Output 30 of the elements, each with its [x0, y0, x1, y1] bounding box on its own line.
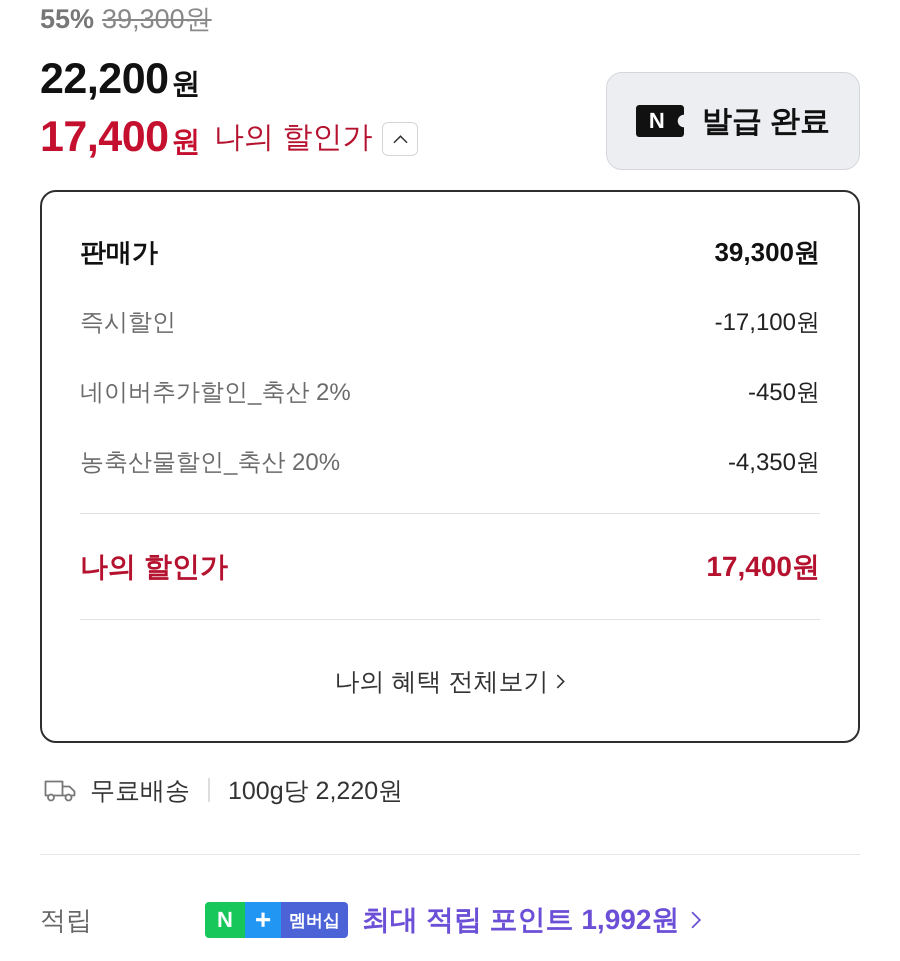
discount-rate: 55%: [40, 4, 94, 34]
points-label: 적립: [40, 904, 93, 936]
my-discount-price: 17,400 원: [40, 112, 200, 162]
chevron-right-icon: [556, 674, 566, 688]
breakdown-amount: -450원: [748, 378, 820, 408]
truck-icon: [44, 778, 76, 802]
breakdown-label: 즉시할인: [80, 308, 176, 338]
breakdown-label: 농축산물할인_축산 20%: [80, 448, 340, 478]
chevron-right-icon: [691, 911, 702, 929]
breakdown-label: 판매가: [80, 236, 158, 268]
view-all-benefits-link[interactable]: 나의 혜택 전체보기: [334, 664, 566, 698]
membership-tag: 멤버십: [281, 902, 348, 938]
ticket-logo: N: [636, 105, 684, 137]
sale-price: 22,200 원: [40, 54, 200, 104]
collapse-toggle-button[interactable]: [382, 122, 418, 156]
unit-price: 100g당 2,220원: [228, 776, 404, 806]
total-amount: 17,400원: [706, 550, 820, 584]
coupon-issued-button[interactable]: N 발급 완료: [606, 72, 860, 170]
breakdown-amount: -17,100원: [714, 308, 820, 338]
total-label: 나의 할인가: [80, 550, 228, 584]
breakdown-amount: -4,350원: [728, 448, 820, 478]
naver-letter-tag: N: [205, 902, 245, 938]
breakdown-label: 네이버추가할인_축산 2%: [80, 378, 351, 408]
plus-tag: +: [245, 902, 281, 938]
breakdown-amount: 39,300원: [714, 236, 820, 268]
my-discount-label: 나의 할인가: [214, 120, 372, 156]
original-price: 39,300원: [102, 3, 212, 36]
max-points-link[interactable]: 최대 적립 포인트 1,992원: [362, 901, 702, 939]
chevron-up-icon: [392, 134, 408, 144]
free-shipping-label: 무료배송: [90, 776, 190, 806]
